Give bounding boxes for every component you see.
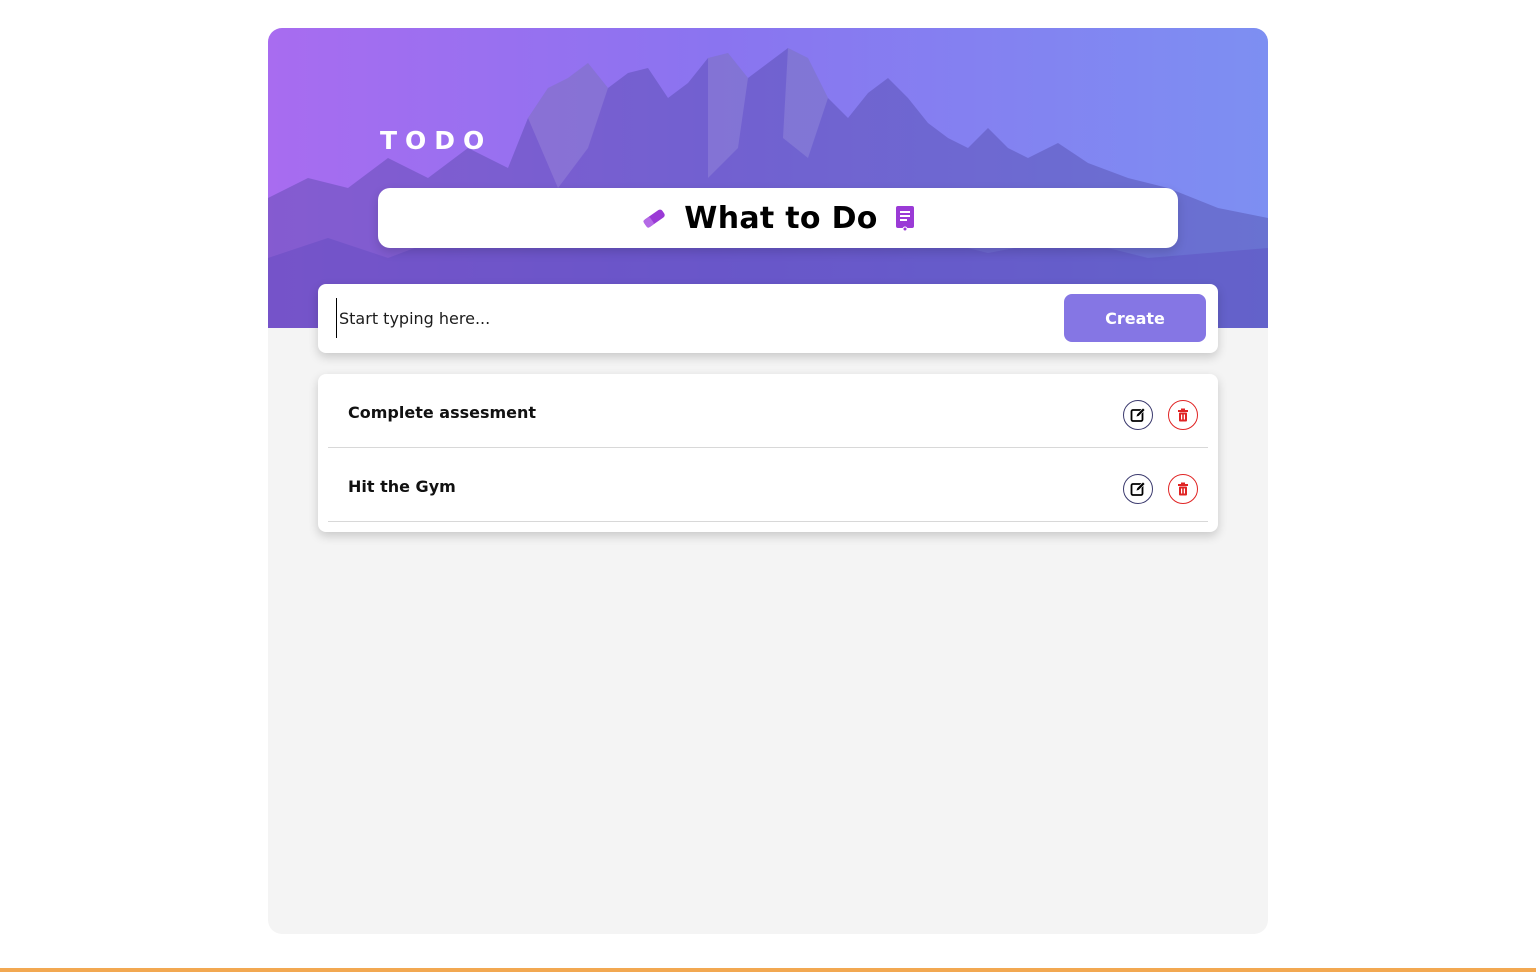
bottom-accent-bar: [0, 968, 1536, 972]
eraser-icon: [640, 204, 668, 232]
todo-list: Complete assesment Hit the Gym: [318, 374, 1218, 532]
new-todo-form: Create: [318, 284, 1218, 353]
hero-banner: TODO: [268, 28, 1268, 328]
edit-icon: [1130, 481, 1146, 496]
page-title-card: What to Do: [378, 188, 1178, 248]
create-button[interactable]: Create: [1064, 294, 1206, 342]
todo-item-text: Hit the Gym: [348, 477, 456, 496]
todo-input[interactable]: [336, 298, 1041, 338]
delete-button[interactable]: [1168, 474, 1198, 504]
todo-item-text: Complete assesment: [348, 403, 537, 422]
mountain-background-image: [268, 48, 1268, 328]
todo-list-item: Hit the Gym: [328, 448, 1208, 522]
edit-button[interactable]: [1123, 474, 1153, 504]
edit-icon: [1130, 407, 1146, 422]
edit-button[interactable]: [1123, 400, 1153, 430]
trash-icon: [1178, 408, 1188, 422]
trash-icon: [1178, 482, 1188, 496]
page-title: What to Do: [684, 200, 878, 236]
notepad-icon: [894, 204, 916, 232]
brand-logo-text: TODO: [380, 126, 493, 155]
todo-list-item: Complete assesment: [328, 374, 1208, 448]
delete-button[interactable]: [1168, 400, 1198, 430]
